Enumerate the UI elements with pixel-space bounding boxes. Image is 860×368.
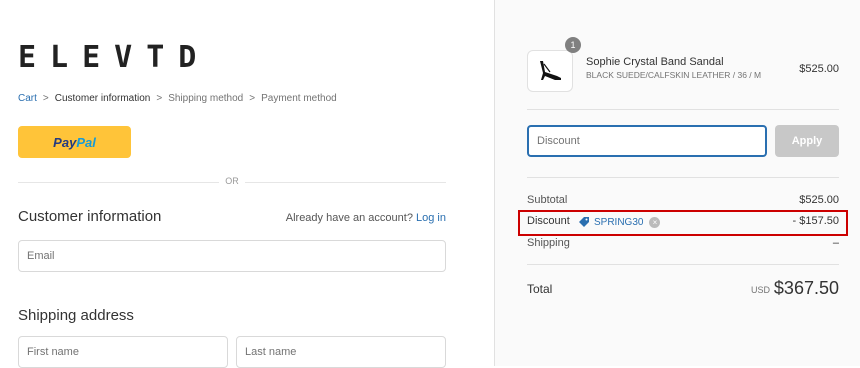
login-link[interactable]: Log in [416, 212, 446, 224]
chevron-right-icon: > [249, 93, 256, 104]
total-value: $367.50 [773, 278, 839, 298]
discount-label: Discount [527, 215, 570, 227]
paypal-button[interactable]: Pay Pal [18, 126, 131, 158]
summary-divider [527, 109, 839, 110]
sandal-image [540, 61, 561, 80]
discount-code-input[interactable]: Discount [527, 125, 767, 157]
customer-information-title: Customer information [18, 208, 162, 225]
shipping-label: Shipping [527, 237, 570, 249]
paypal-logo-pal: Pal [76, 134, 96, 150]
summary-divider [527, 264, 839, 265]
remove-discount-icon[interactable]: × [649, 216, 661, 228]
breadcrumb-customer-information: Customer information [54, 93, 151, 104]
checkout-main-panel: ELEVTD Cart > Customer information > Shippin… [0, 0, 494, 368]
breadcrumb-cart[interactable]: Cart [18, 93, 37, 104]
login-prompt-text: Already have an account? [285, 212, 413, 224]
product-variant: BLACK SUEDE/CALFSKIN LEATHER / 36 / M [586, 70, 762, 80]
discount-tag: SPRING30 × [578, 216, 661, 228]
discount-code: SPRING30 [594, 216, 644, 228]
breadcrumb-shipping-method: Shipping method [168, 93, 244, 104]
apply-discount-button[interactable]: Apply [775, 125, 839, 157]
product-thumbnail [527, 50, 573, 92]
subtotal-label: Subtotal [527, 194, 568, 206]
divider-or: OR [219, 176, 245, 186]
chevron-right-icon: > [156, 93, 163, 104]
shipping-value: – [832, 237, 839, 249]
breadcrumb-payment-method: Payment method [261, 93, 337, 104]
total-label: Total [527, 282, 553, 296]
chevron-right-icon: > [42, 93, 49, 104]
email-field[interactable]: Email [18, 240, 446, 272]
quantity-badge: 1 [565, 37, 581, 53]
discount-value: - $157.50 [792, 215, 839, 227]
login-prompt: Already have an account? Log in [286, 212, 446, 224]
first-name-field[interactable]: First name [18, 336, 228, 368]
summary-divider [527, 177, 839, 178]
total-currency: USD [751, 285, 771, 295]
shipping-address-title: Shipping address [18, 307, 134, 324]
product-name: Sophie Crystal Band Sandal [586, 56, 724, 68]
breadcrumb: Cart > Customer information > Shipping metho… [18, 93, 337, 104]
last-name-field[interactable]: Last name [236, 336, 446, 368]
subtotal-value: $525.00 [799, 194, 839, 206]
tag-icon [579, 217, 589, 227]
product-price: $525.00 [799, 63, 839, 75]
brand-logo[interactable]: ELEVTD [18, 40, 210, 75]
paypal-logo-pay: Pay [53, 134, 77, 150]
